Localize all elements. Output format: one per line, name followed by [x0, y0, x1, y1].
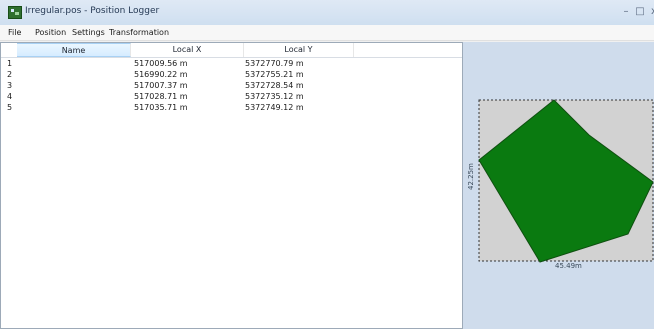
table-row[interactable]: 1 517009.56 m 5372770.79 m	[1, 59, 462, 69]
row-local-y: 5372728.54 m	[245, 81, 304, 90]
title-bar[interactable]: Irregular.pos - Position Logger – □ x	[0, 0, 654, 26]
close-button[interactable]: x	[648, 6, 654, 17]
position-logger-window: Irregular.pos - Position Logger – □ x Fi…	[0, 0, 654, 329]
app-icon	[8, 6, 22, 19]
table-row[interactable]: 2 516990.22 m 5372755.21 m	[1, 70, 462, 80]
maximize-button[interactable]: □	[634, 6, 646, 17]
positions-grid[interactable]: Name Local X Local Y 1 517009.56 m 53727…	[1, 43, 462, 328]
menu-settings[interactable]: Settings	[72, 28, 105, 37]
column-header-name[interactable]: Name	[17, 43, 131, 57]
row-local-y: 5372749.12 m	[245, 103, 304, 112]
table-row[interactable]: 4 517028.71 m 5372735.12 m	[1, 92, 462, 102]
row-name: 4	[7, 92, 13, 101]
row-local-x: 517009.56 m	[134, 59, 188, 68]
menu-bar: File Position Settings Transformation	[0, 25, 654, 41]
menu-file[interactable]: File	[8, 28, 21, 37]
minimize-button[interactable]: –	[620, 6, 632, 17]
map-canvas	[478, 99, 654, 263]
map-view[interactable]: 45.49m 42.25m	[463, 42, 654, 329]
row-local-x: 517007.37 m	[134, 81, 188, 90]
row-name: 3	[7, 81, 13, 90]
row-local-y: 5372755.21 m	[245, 70, 304, 79]
row-local-y: 5372770.79 m	[245, 59, 304, 68]
menu-position[interactable]: Position	[35, 28, 66, 37]
row-local-x: 516990.22 m	[134, 70, 188, 79]
menu-transformation[interactable]: Transformation	[109, 28, 169, 37]
row-local-x: 517028.71 m	[134, 92, 188, 101]
row-name: 2	[7, 70, 13, 79]
window-title: Irregular.pos - Position Logger	[25, 6, 160, 16]
row-local-y: 5372735.12 m	[245, 92, 304, 101]
width-dimension-label: 45.49m	[555, 262, 582, 270]
column-header-local-y[interactable]: Local Y	[244, 43, 354, 57]
height-dimension-label: 42.25m	[467, 163, 475, 190]
row-name: 5	[7, 103, 13, 112]
column-header-local-x[interactable]: Local X	[131, 43, 244, 57]
table-header: Name Local X Local Y	[1, 43, 462, 58]
table-row[interactable]: 3 517007.37 m 5372728.54 m	[1, 81, 462, 91]
table-row[interactable]: 5 517035.71 m 5372749.12 m	[1, 103, 462, 113]
positions-table-panel: Name Local X Local Y 1 517009.56 m 53727…	[0, 42, 463, 329]
row-name: 1	[7, 59, 13, 68]
row-local-x: 517035.71 m	[134, 103, 188, 112]
